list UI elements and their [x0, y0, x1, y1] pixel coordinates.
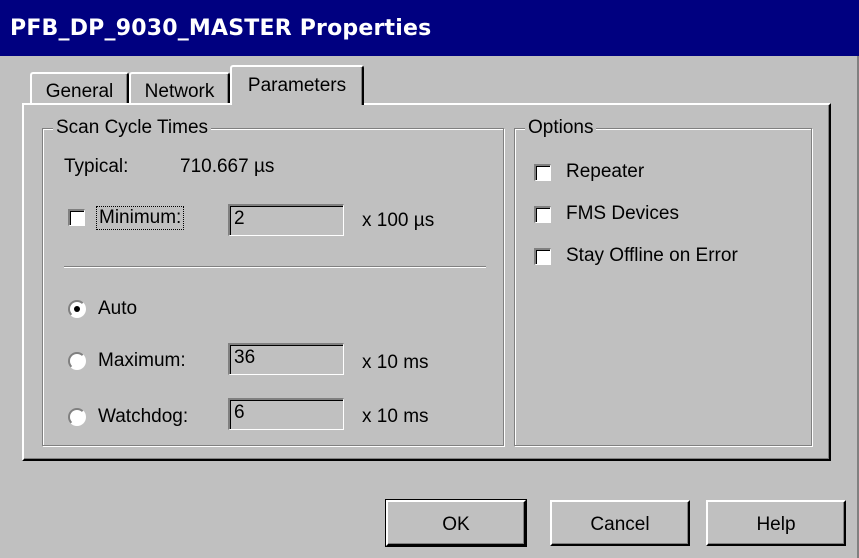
tab-parameters[interactable]: Parameters: [230, 65, 364, 105]
tab-parameters-label: Parameters: [247, 75, 347, 96]
tab-general[interactable]: General: [30, 72, 129, 103]
ok-button-label: OK: [442, 514, 470, 535]
minimum-label: Minimum:: [99, 207, 182, 228]
window-title: PFB_DP_9030_MASTER Properties: [10, 16, 432, 41]
watchdog-label: Watchdog:: [98, 406, 189, 427]
minimum-label-focus[interactable]: Minimum:: [96, 206, 185, 230]
watchdog-radio[interactable]: [68, 408, 86, 426]
help-button-label: Help: [756, 514, 796, 535]
repeater-label: Repeater: [566, 161, 645, 182]
watchdog-field[interactable]: 6: [228, 398, 344, 430]
typical-label: Typical:: [64, 156, 129, 177]
tab-network-label: Network: [144, 81, 215, 102]
options-legend: Options: [525, 117, 597, 139]
stay-offline-checkbox[interactable]: [534, 248, 551, 265]
cancel-button-label: Cancel: [590, 514, 650, 535]
typical-value: 710.667 µs: [180, 156, 275, 177]
tab-network[interactable]: Network: [129, 72, 230, 103]
fms-devices-label: FMS Devices: [566, 203, 679, 224]
repeater-checkbox[interactable]: [534, 164, 551, 181]
ok-button[interactable]: OK: [385, 499, 527, 547]
minimum-checkbox[interactable]: [68, 209, 85, 226]
minimum-value: 2: [234, 208, 245, 229]
auto-label: Auto: [98, 298, 138, 319]
maximum-unit: x 10 ms: [362, 352, 429, 373]
auto-radio-dot: [74, 306, 80, 312]
watchdog-unit: x 10 ms: [362, 406, 429, 427]
minimum-field[interactable]: 2: [228, 204, 344, 236]
title-bar[interactable]: PFB_DP_9030_MASTER Properties: [0, 0, 859, 56]
scan-cycle-times-legend: Scan Cycle Times: [53, 117, 212, 139]
scan-separator: [64, 266, 486, 268]
cancel-button[interactable]: Cancel: [550, 500, 690, 546]
maximum-radio[interactable]: [68, 352, 86, 370]
minimum-unit: x 100 µs: [362, 210, 435, 231]
maximum-label: Maximum:: [98, 350, 186, 371]
watchdog-value: 6: [234, 402, 245, 423]
maximum-value: 36: [234, 347, 256, 368]
options-group: Options: [514, 117, 812, 446]
tab-general-label: General: [45, 81, 114, 102]
auto-radio[interactable]: [68, 300, 86, 318]
fms-devices-checkbox[interactable]: [534, 206, 551, 223]
help-button[interactable]: Help: [706, 500, 846, 546]
stay-offline-label: Stay Offline on Error: [566, 245, 738, 266]
maximum-field[interactable]: 36: [228, 343, 344, 375]
